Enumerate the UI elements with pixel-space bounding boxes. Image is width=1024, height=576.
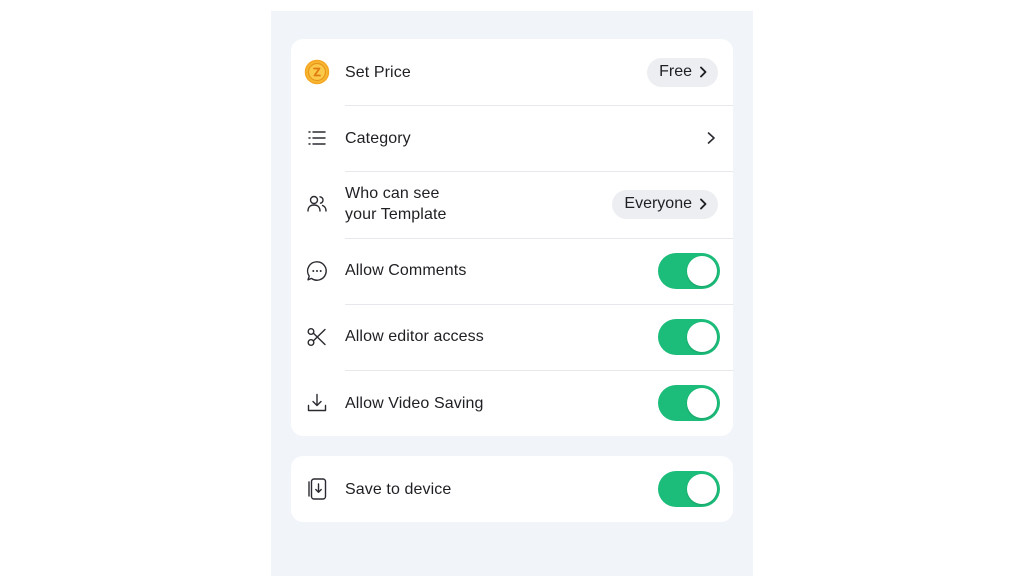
save-to-device-row: Save to device	[291, 456, 733, 522]
save-to-device-toggle[interactable]	[658, 471, 720, 507]
comment-icon	[303, 257, 331, 285]
category-label: Category	[345, 129, 411, 147]
category-row[interactable]: Category	[291, 105, 733, 171]
price-value-pill[interactable]: Free	[647, 57, 718, 87]
template-settings-card: Set Price Free Category Who can see your…	[291, 39, 733, 436]
toggle-knob	[687, 388, 717, 419]
set-price-row[interactable]: Set Price Free	[291, 39, 733, 105]
allow-video-saving-row: Allow Video Saving	[291, 369, 733, 436]
visibility-label: Who can see your Template	[345, 185, 447, 224]
visibility-value-pill[interactable]: Everyone	[612, 189, 718, 219]
allow-editor-toggle[interactable]	[658, 318, 720, 355]
price-value: Free	[659, 63, 692, 81]
visibility-row[interactable]: Who can see your Template Everyone	[291, 171, 733, 237]
toggle-knob	[687, 474, 717, 504]
toggle-knob	[687, 321, 717, 352]
allow-editor-label: Allow editor access	[345, 328, 484, 346]
chevron-right-icon[interactable]	[705, 131, 717, 145]
scissors-icon	[303, 323, 331, 351]
coin-icon	[303, 58, 331, 86]
allow-editor-row: Allow editor access	[291, 303, 733, 370]
phone-download-icon	[303, 475, 331, 503]
users-icon	[303, 190, 331, 218]
chevron-right-icon	[700, 199, 707, 210]
set-price-label: Set Price	[345, 63, 411, 81]
save-to-device-label: Save to device	[345, 480, 452, 498]
toggle-knob	[687, 255, 717, 286]
allow-comments-toggle[interactable]	[658, 252, 720, 289]
list-icon	[303, 124, 331, 152]
device-settings-card: Save to device	[291, 456, 733, 522]
settings-screen: Set Price Free Category Who can see your…	[271, 11, 753, 576]
allow-comments-row: Allow Comments	[291, 237, 733, 304]
allow-comments-label: Allow Comments	[345, 262, 467, 280]
visibility-value: Everyone	[624, 195, 692, 213]
download-icon	[303, 389, 331, 417]
chevron-right-icon	[700, 66, 707, 78]
allow-video-saving-label: Allow Video Saving	[345, 394, 484, 412]
allow-video-saving-toggle[interactable]	[658, 385, 720, 422]
